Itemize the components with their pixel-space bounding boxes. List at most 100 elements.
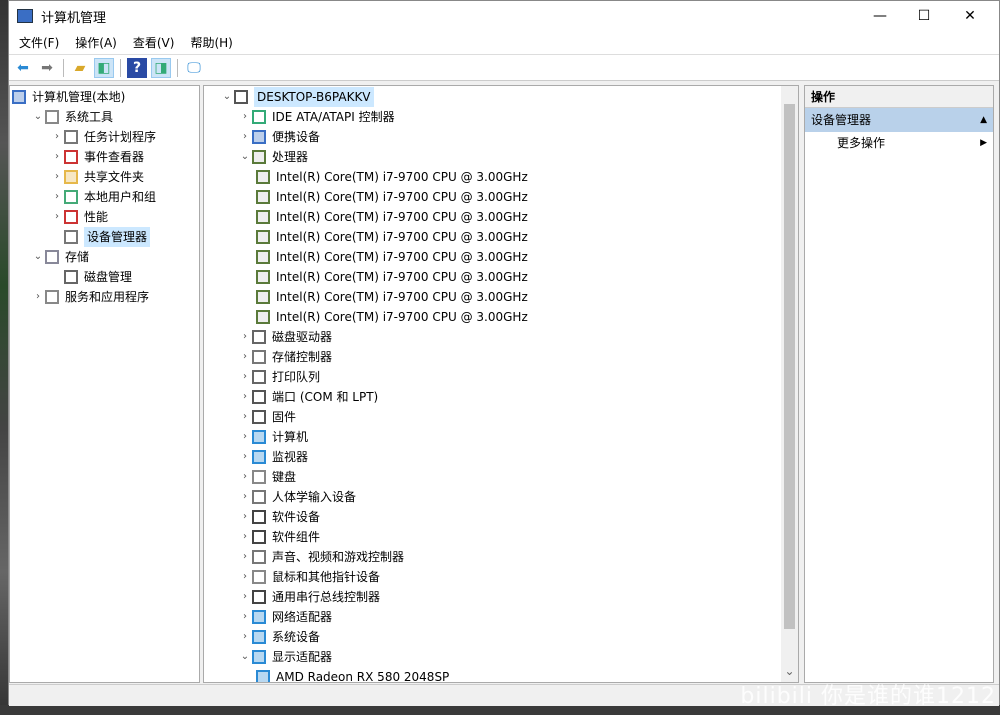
chevron-down-icon[interactable]: ⌄	[238, 647, 252, 667]
processor-icon	[256, 310, 270, 324]
menu-action[interactable]: 操作(A)	[67, 34, 125, 51]
chevron-down-icon[interactable]: ⌄	[31, 247, 45, 267]
tree-item[interactable]: Intel(R) Core(TM) i7-9700 CPU @ 3.00GHz	[256, 227, 528, 247]
chevron-right-icon[interactable]: ›	[238, 487, 252, 507]
forward-arrow-icon[interactable]: ➡	[37, 58, 57, 78]
toolbar-separator	[63, 58, 64, 77]
chevron-right-icon[interactable]: ›	[238, 127, 252, 147]
chevron-right-icon[interactable]: ›	[238, 407, 252, 427]
scan-hardware-icon[interactable]: 🖵	[184, 58, 204, 78]
tree-item[interactable]: Intel(R) Core(TM) i7-9700 CPU @ 3.00GHz	[256, 267, 528, 287]
chevron-right-icon[interactable]: ›	[238, 567, 252, 587]
watermark: bilibili 你是谁的谁1212	[740, 684, 996, 709]
chevron-down-icon[interactable]: ⌄	[238, 147, 252, 167]
chevron-right-icon[interactable]: ›	[50, 207, 64, 227]
chevron-right-icon[interactable]: ›	[238, 447, 252, 467]
show-hide-tree-icon[interactable]: ◧	[94, 57, 114, 78]
tree-item[interactable]: › IDE ATA/ATAPI 控制器	[238, 107, 395, 127]
chevron-right-icon[interactable]: ›	[238, 347, 252, 367]
tree-item[interactable]: › 端口 (COM 和 LPT)	[238, 387, 378, 407]
tree-item[interactable]: › 共享文件夹	[50, 167, 144, 187]
chevron-right-icon[interactable]: ›	[238, 547, 252, 567]
minimize-button[interactable]: —	[857, 1, 903, 31]
tree-item[interactable]: ⌄ DESKTOP-B6PAKKV	[220, 87, 374, 107]
display-adapter-icon	[256, 670, 270, 682]
port-icon	[252, 390, 266, 404]
tree-item[interactable]: › 本地用户和组	[50, 187, 156, 207]
chevron-right-icon[interactable]: ›	[50, 167, 64, 187]
chevron-right-icon[interactable]: ›	[238, 607, 252, 627]
collapse-up-icon[interactable]: ▲	[980, 108, 987, 132]
tree-item[interactable]: ⌄ 系统工具	[31, 107, 113, 127]
tree-item[interactable]: › 磁盘驱动器	[238, 327, 332, 347]
actions-section-device-manager[interactable]: 设备管理器 ▲	[805, 108, 993, 132]
tree-item-label: 磁盘管理	[84, 270, 133, 284]
back-arrow-icon[interactable]: ⬅	[13, 58, 33, 78]
tree-item[interactable]: Intel(R) Core(TM) i7-9700 CPU @ 3.00GHz	[256, 307, 528, 327]
scrollbar-thumb[interactable]	[784, 104, 795, 629]
tree-item[interactable]: AMD Radeon RX 580 2048SP	[256, 667, 449, 682]
tree-item[interactable]: › 便携设备	[238, 127, 320, 147]
chevron-down-icon[interactable]: ⌄	[31, 107, 45, 127]
tree-item[interactable]: › 通用串行总线控制器	[238, 587, 380, 607]
tree-item[interactable]: › 声音、视频和游戏控制器	[238, 547, 404, 567]
chevron-right-icon[interactable]: ›	[31, 287, 45, 307]
tree-item[interactable]: 磁盘管理	[50, 267, 132, 287]
chevron-right-icon[interactable]: ›	[238, 587, 252, 607]
tree-item[interactable]: 计算机管理(本地)	[12, 87, 125, 107]
tree-item-label: Intel(R) Core(TM) i7-9700 CPU @ 3.00GHz	[276, 190, 528, 204]
close-button[interactable]: ✕	[947, 1, 993, 31]
monitor-icon	[252, 430, 266, 444]
menu-file[interactable]: 文件(F)	[11, 34, 67, 51]
storage-controller-icon	[252, 350, 266, 364]
chevron-right-icon[interactable]: ›	[238, 467, 252, 487]
chevron-right-icon[interactable]: ›	[50, 187, 64, 207]
tree-item[interactable]: › 服务和应用程序	[31, 287, 149, 307]
tree-item[interactable]: Intel(R) Core(TM) i7-9700 CPU @ 3.00GHz	[256, 247, 528, 267]
show-hide-action-pane-icon[interactable]: ◨	[151, 57, 171, 78]
chevron-right-icon[interactable]: ›	[50, 127, 64, 147]
scroll-down-button[interactable]: ⌄	[781, 664, 798, 678]
tree-item[interactable]: › 固件	[238, 407, 296, 427]
tree-item[interactable]: ⌄ 存储	[31, 247, 89, 267]
tree-item[interactable]: › 存储控制器	[238, 347, 332, 367]
tree-item[interactable]: 设备管理器	[50, 227, 151, 247]
tree-item[interactable]: › 软件组件	[238, 527, 320, 547]
chevron-right-icon[interactable]: ›	[238, 327, 252, 347]
menu-help[interactable]: 帮助(H)	[182, 34, 240, 51]
tree-item[interactable]: Intel(R) Core(TM) i7-9700 CPU @ 3.00GHz	[256, 287, 528, 307]
chevron-right-icon[interactable]: ›	[238, 427, 252, 447]
tree-item[interactable]: Intel(R) Core(TM) i7-9700 CPU @ 3.00GHz	[256, 207, 528, 227]
tree-item[interactable]: › 人体学输入设备	[238, 487, 356, 507]
maximize-button[interactable]: ☐	[901, 1, 947, 31]
chevron-right-icon[interactable]: ›	[238, 527, 252, 547]
more-actions-item[interactable]: 更多操作 ▶	[805, 132, 993, 154]
users-icon	[64, 190, 78, 204]
chevron-right-icon[interactable]: ›	[238, 387, 252, 407]
tree-item[interactable]: › 系统设备	[238, 627, 320, 647]
system-device-icon	[252, 630, 266, 644]
tree-item[interactable]: ⌄ 处理器	[238, 147, 308, 167]
tree-item[interactable]: › 网络适配器	[238, 607, 332, 627]
help-icon[interactable]: ?	[127, 57, 147, 78]
chevron-right-icon[interactable]: ›	[238, 507, 252, 527]
menu-view[interactable]: 查看(V)	[125, 34, 183, 51]
tree-item[interactable]: › 监视器	[238, 447, 308, 467]
tree-item[interactable]: Intel(R) Core(TM) i7-9700 CPU @ 3.00GHz	[256, 167, 528, 187]
tree-item[interactable]: › 鼠标和其他指针设备	[238, 567, 380, 587]
tree-item[interactable]: › 事件查看器	[50, 147, 144, 167]
tree-item[interactable]: ⌄ 显示适配器	[238, 647, 332, 667]
tree-item[interactable]: › 任务计划程序	[50, 127, 156, 147]
tree-item[interactable]: › 键盘	[238, 467, 296, 487]
tree-item[interactable]: › 计算机	[238, 427, 308, 447]
chevron-down-icon[interactable]: ⌄	[220, 87, 234, 107]
chevron-right-icon[interactable]: ›	[50, 147, 64, 167]
chevron-right-icon[interactable]: ›	[238, 627, 252, 647]
tree-item[interactable]: › 性能	[50, 207, 108, 227]
chevron-right-icon[interactable]: ›	[238, 367, 252, 387]
tree-item[interactable]: Intel(R) Core(TM) i7-9700 CPU @ 3.00GHz	[256, 187, 528, 207]
tree-item[interactable]: › 打印队列	[238, 367, 320, 387]
up-folder-icon[interactable]: ▰	[70, 58, 90, 78]
chevron-right-icon[interactable]: ›	[238, 107, 252, 127]
tree-item[interactable]: › 软件设备	[238, 507, 320, 527]
